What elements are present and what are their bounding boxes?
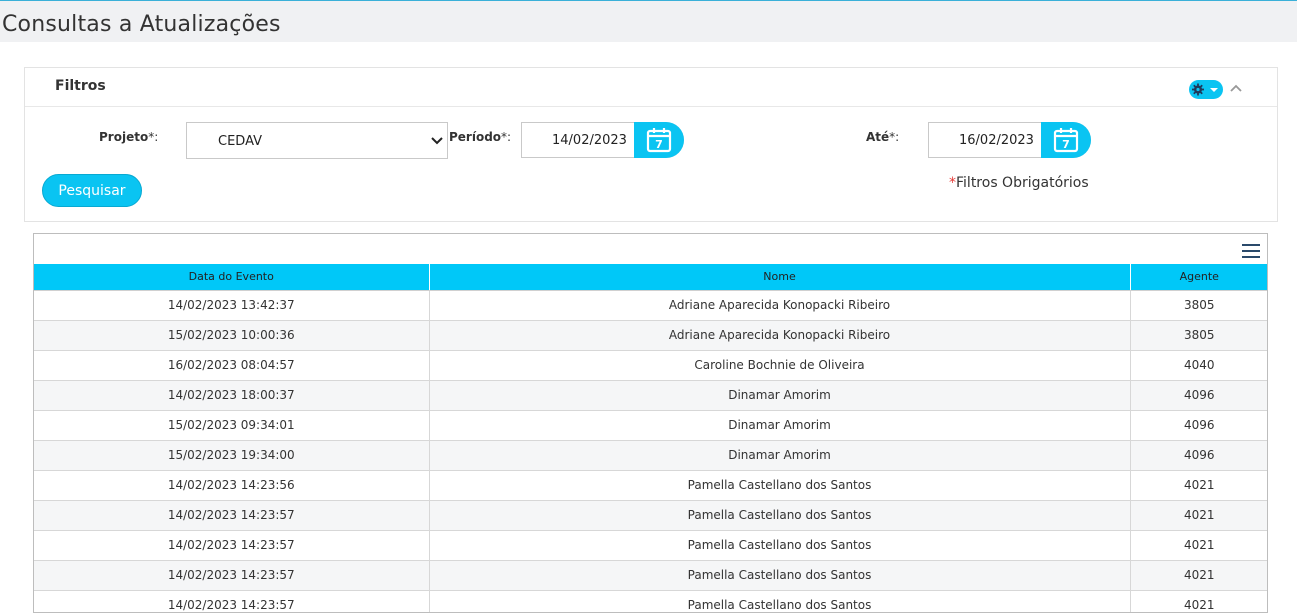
gear-icon[interactable] bbox=[1189, 80, 1223, 99]
column-header-nome[interactable]: Nome bbox=[429, 264, 1131, 291]
periodo-label: Período*: bbox=[449, 130, 512, 144]
column-header-data-do-evento[interactable]: Data do Evento bbox=[34, 264, 430, 291]
ate-calendar-button[interactable]: 7 bbox=[1041, 122, 1091, 158]
table-row[interactable]: 15/02/2023 10:00:36 Adriane Aparecida Kon… bbox=[34, 320, 1267, 351]
table-row[interactable]: 16/02/2023 08:04:57 Caroline Bochnie de O… bbox=[34, 350, 1267, 381]
chevron-down-icon bbox=[431, 137, 443, 145]
cell-agente: 4096 bbox=[1130, 380, 1267, 411]
projeto-label: Projeto*: bbox=[99, 130, 159, 144]
table-row[interactable]: 14/02/2023 14:23:57 Pamella Castellano do… bbox=[34, 530, 1267, 561]
title-bar: Consultas a Atualizações bbox=[0, 0, 1297, 42]
periodo-date-field[interactable]: 14/02/2023 7 bbox=[521, 122, 684, 158]
projeto-select-value: CEDAV bbox=[218, 134, 263, 149]
filters-header: Filtros bbox=[25, 68, 1277, 107]
cell-agente: 4021 bbox=[1130, 500, 1267, 531]
cell-nome: Pamella Castellano dos Santos bbox=[429, 500, 1131, 531]
search-button[interactable]: Pesquisar bbox=[42, 174, 142, 207]
cell-nome: Pamella Castellano dos Santos bbox=[429, 560, 1131, 591]
cell-agente: 3805 bbox=[1130, 290, 1267, 321]
column-header-agente[interactable]: Agente bbox=[1130, 264, 1267, 291]
table-row[interactable]: 14/02/2023 18:00:37 Dinamar Amorim 4096 bbox=[34, 380, 1267, 411]
cell-data-do-evento: 16/02/2023 08:04:57 bbox=[34, 350, 430, 381]
cell-data-do-evento: 15/02/2023 09:34:01 bbox=[34, 410, 430, 441]
cell-data-do-evento: 14/02/2023 14:23:57 bbox=[34, 530, 430, 561]
table-row[interactable]: 14/02/2023 14:23:57 Pamella Castellano do… bbox=[34, 560, 1267, 591]
cell-data-do-evento: 14/02/2023 14:23:57 bbox=[34, 590, 430, 612]
table-row[interactable]: 14/02/2023 14:23:57 Pamella Castellano do… bbox=[34, 500, 1267, 531]
menu-icon[interactable] bbox=[1242, 244, 1260, 258]
cell-nome: Dinamar Amorim bbox=[429, 440, 1131, 471]
required-filters-note: *Filtros Obrigatórios bbox=[949, 175, 1089, 191]
results-table-panel: Data do Evento Nome Agente 14/02/2023 13… bbox=[33, 233, 1268, 613]
cell-data-do-evento: 15/02/2023 19:34:00 bbox=[34, 440, 430, 471]
cell-nome: Dinamar Amorim bbox=[429, 380, 1131, 411]
calendar-icon: 7 bbox=[1053, 128, 1079, 153]
cell-agente: 4096 bbox=[1130, 440, 1267, 471]
cell-nome: Pamella Castellano dos Santos bbox=[429, 590, 1131, 612]
table-row[interactable]: 14/02/2023 13:42:37 Adriane Aparecida Kon… bbox=[34, 290, 1267, 321]
svg-text:7: 7 bbox=[1062, 138, 1070, 151]
filters-title: Filtros bbox=[55, 78, 106, 94]
cell-nome: Adriane Aparecida Konopacki Ribeiro bbox=[429, 290, 1131, 321]
ate-date-field[interactable]: 16/02/2023 7 bbox=[928, 122, 1091, 158]
cell-data-do-evento: 14/02/2023 14:23:57 bbox=[34, 500, 430, 531]
cell-nome: Pamella Castellano dos Santos bbox=[429, 470, 1131, 501]
cell-agente: 4096 bbox=[1130, 410, 1267, 441]
cell-agente: 4021 bbox=[1130, 530, 1267, 561]
chevron-up-icon[interactable] bbox=[1229, 81, 1243, 95]
cell-agente: 3805 bbox=[1130, 320, 1267, 351]
cell-data-do-evento: 14/02/2023 14:23:57 bbox=[34, 560, 430, 591]
table-row[interactable]: 15/02/2023 09:34:01 Dinamar Amorim 4096 bbox=[34, 410, 1267, 441]
page-title: Consultas a Atualizações bbox=[2, 12, 281, 37]
cell-data-do-evento: 15/02/2023 10:00:36 bbox=[34, 320, 430, 351]
ate-label: Até*: bbox=[866, 130, 900, 144]
calendar-icon: 7 bbox=[646, 128, 672, 153]
cell-data-do-evento: 14/02/2023 18:00:37 bbox=[34, 380, 430, 411]
periodo-date-value: 14/02/2023 bbox=[552, 133, 627, 148]
cell-agente: 4040 bbox=[1130, 350, 1267, 381]
cell-nome: Dinamar Amorim bbox=[429, 410, 1131, 441]
table-header-row: Data do Evento Nome Agente bbox=[34, 264, 1267, 291]
cell-agente: 4021 bbox=[1130, 590, 1267, 612]
results-table: Data do Evento Nome Agente 14/02/2023 13… bbox=[34, 264, 1267, 612]
projeto-select[interactable]: CEDAV bbox=[186, 122, 448, 159]
cell-nome: Caroline Bochnie de Oliveira bbox=[429, 350, 1131, 381]
cell-data-do-evento: 14/02/2023 13:42:37 bbox=[34, 290, 430, 321]
cell-agente: 4021 bbox=[1130, 470, 1267, 501]
cell-nome: Pamella Castellano dos Santos bbox=[429, 530, 1131, 561]
table-row[interactable]: 14/02/2023 14:23:56 Pamella Castellano do… bbox=[34, 470, 1267, 501]
table-row[interactable]: 14/02/2023 14:23:57 Pamella Castellano do… bbox=[34, 590, 1267, 612]
periodo-calendar-button[interactable]: 7 bbox=[634, 122, 684, 158]
cell-agente: 4021 bbox=[1130, 560, 1267, 591]
ate-date-value: 16/02/2023 bbox=[959, 133, 1034, 148]
filters-panel: Filtros Projeto*: CEDAV Período*: 14/02/… bbox=[24, 67, 1278, 222]
cell-nome: Adriane Aparecida Konopacki Ribeiro bbox=[429, 320, 1131, 351]
cell-data-do-evento: 14/02/2023 14:23:56 bbox=[34, 470, 430, 501]
table-row[interactable]: 15/02/2023 19:34:00 Dinamar Amorim 4096 bbox=[34, 440, 1267, 471]
svg-text:7: 7 bbox=[655, 138, 663, 151]
